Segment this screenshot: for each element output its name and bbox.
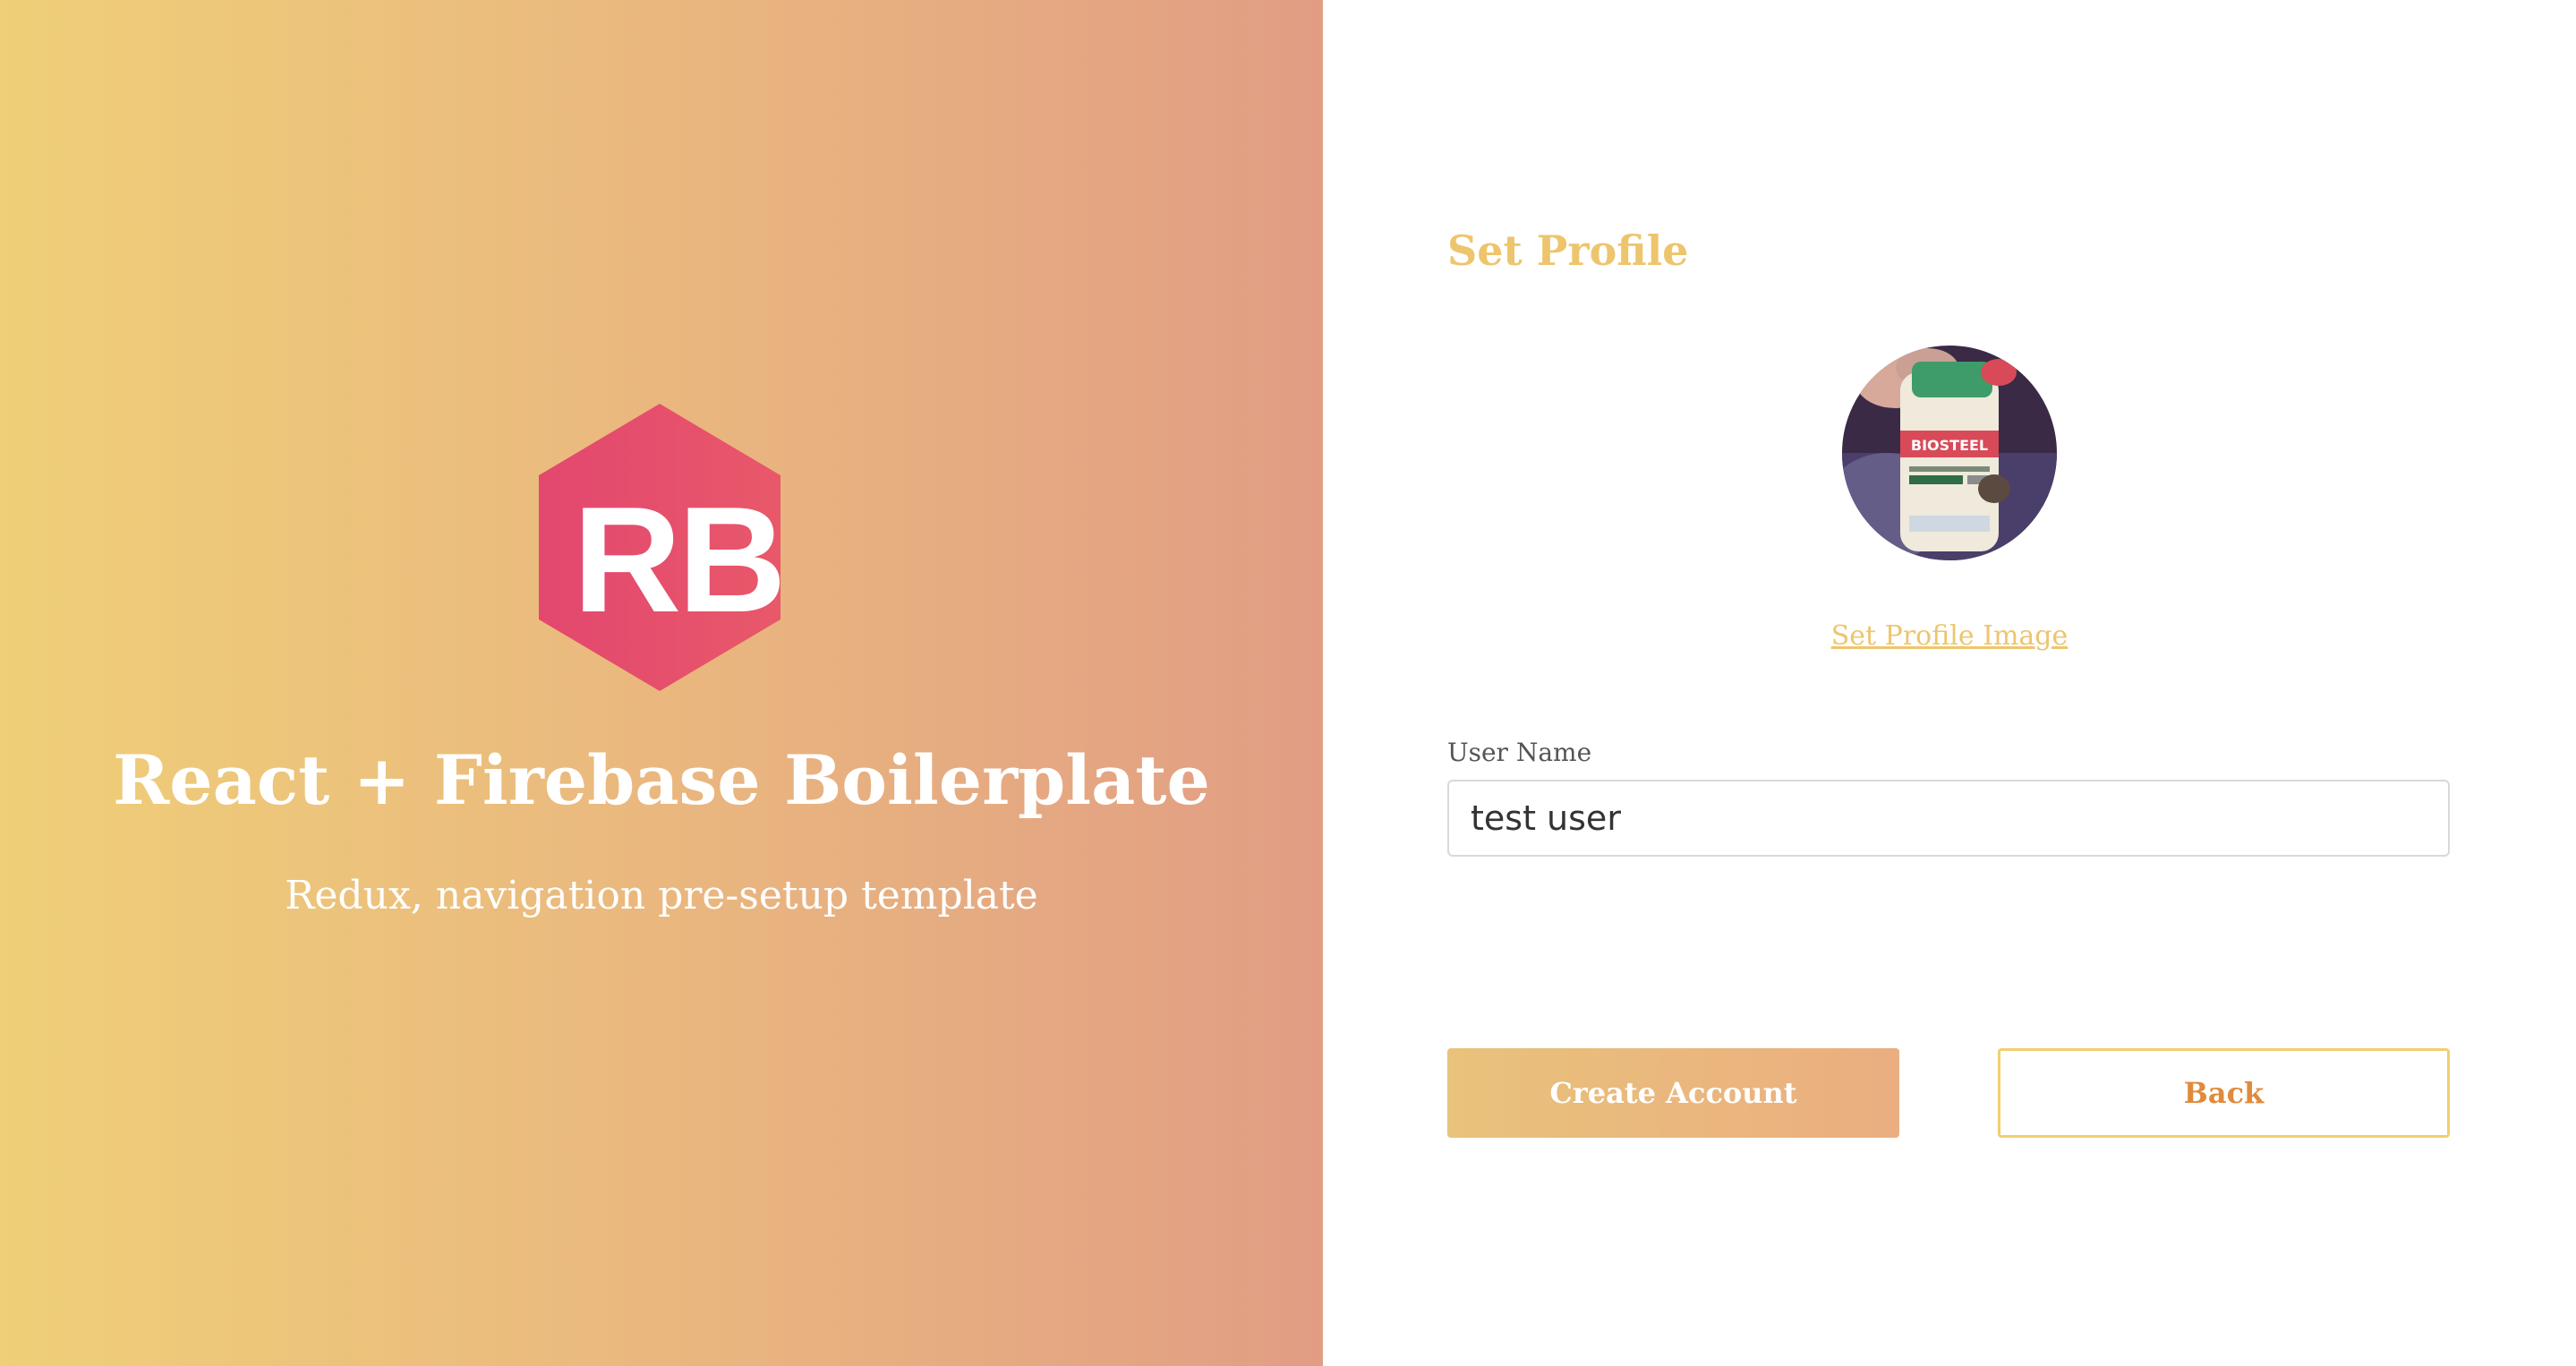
form-title: Set Profile bbox=[1447, 226, 1689, 275]
svg-text:BIOSTEEL: BIOSTEEL bbox=[1911, 437, 1988, 454]
profile-photo-image: BIOSTEEL bbox=[1842, 346, 2057, 560]
hexagon-logo-icon: RB bbox=[539, 404, 783, 691]
back-button[interactable]: Back bbox=[1998, 1048, 2450, 1138]
create-account-button[interactable]: Create Account bbox=[1447, 1048, 1899, 1138]
user-name-label: User Name bbox=[1447, 738, 1592, 767]
user-name-input[interactable]: test user bbox=[1447, 780, 2450, 857]
app-subtitle: Redux, navigation pre-setup template bbox=[285, 873, 1038, 918]
set-profile-image-link[interactable]: Set Profile Image bbox=[1790, 614, 2109, 659]
brand-panel: RB React + Firebase Boilerplate Redux, n… bbox=[0, 0, 1323, 1366]
logo-text: RB bbox=[573, 475, 783, 644]
rb-logo: RB bbox=[537, 404, 783, 692]
profile-avatar[interactable]: BIOSTEEL bbox=[1842, 346, 2057, 560]
app-title: React + Firebase Boilerplate bbox=[113, 740, 1210, 820]
